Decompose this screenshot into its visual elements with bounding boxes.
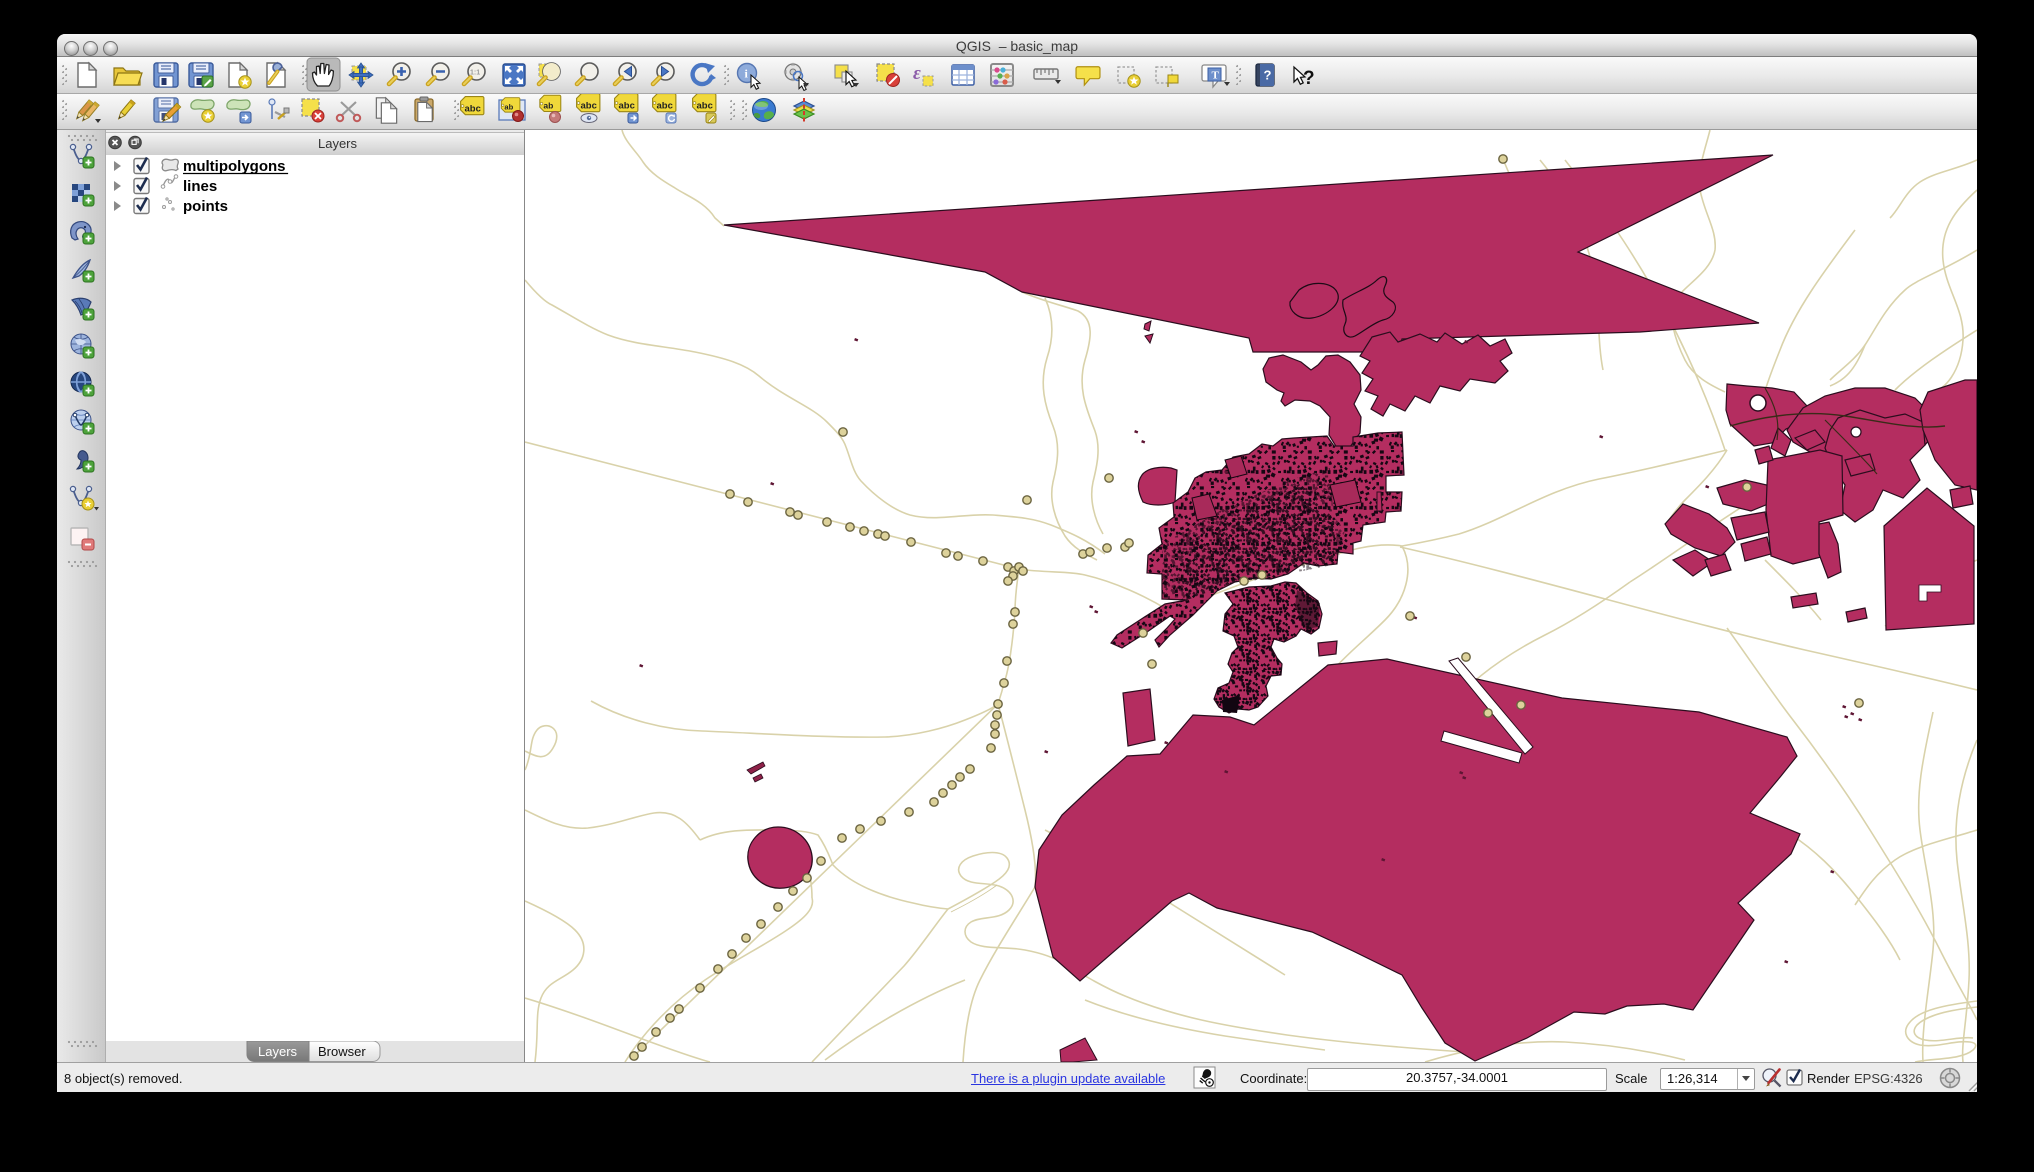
svg-text:ε: ε xyxy=(913,63,921,84)
svg-text:abc: abc xyxy=(697,101,713,112)
svg-text:points: points xyxy=(183,198,228,215)
svg-text:multipolygons: multipolygons xyxy=(183,158,286,175)
svg-text:EPSG:4326: EPSG:4326 xyxy=(1854,1071,1923,1086)
svg-text:?: ? xyxy=(1264,68,1272,83)
svg-text:abc: abc xyxy=(619,101,635,112)
svg-text:ab: ab xyxy=(504,103,513,112)
svg-text:?: ? xyxy=(1303,68,1315,89)
svg-text:Layers: Layers xyxy=(258,1044,298,1059)
svg-text:abc: abc xyxy=(465,104,481,115)
svg-text:abc: abc xyxy=(581,101,597,112)
svg-text:Render: Render xyxy=(1807,1071,1850,1086)
svg-text:ab: ab xyxy=(543,101,553,111)
svg-text:Browser: Browser xyxy=(318,1044,366,1059)
svg-text:T: T xyxy=(1212,70,1220,82)
svg-text:abc: abc xyxy=(657,101,673,112)
svg-text:lines: lines xyxy=(183,178,217,195)
